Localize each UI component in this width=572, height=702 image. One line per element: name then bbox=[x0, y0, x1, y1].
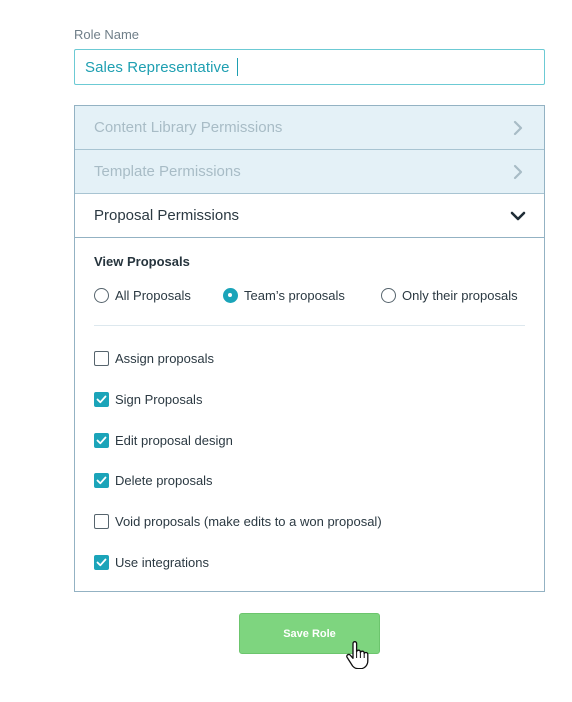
permissions-panel: Content Library Permissions Template Per… bbox=[74, 105, 545, 592]
role-name-label: Role Name bbox=[74, 27, 140, 42]
role-name-value: Sales Representative bbox=[85, 58, 230, 76]
checkmark-icon bbox=[96, 436, 107, 444]
checkmark-icon bbox=[96, 558, 107, 566]
checkbox-void-proposals[interactable]: Void proposals (make edits to a won prop… bbox=[94, 512, 382, 530]
section-divider bbox=[94, 325, 525, 326]
checkbox[interactable] bbox=[94, 513, 109, 529]
checkbox-label: Use integrations bbox=[115, 554, 209, 570]
chevron-right-icon bbox=[513, 164, 523, 179]
radio-all-proposals[interactable]: All Proposals bbox=[94, 286, 191, 304]
accordion-content-library-permissions[interactable]: Content Library Permissions bbox=[75, 106, 544, 150]
checkbox-sign-proposals[interactable]: Sign Proposals bbox=[94, 390, 202, 408]
checkbox-use-integrations[interactable]: Use integrations bbox=[94, 553, 209, 571]
accordion-label: Content Library Permissions bbox=[94, 119, 283, 136]
radio-only-their-proposals[interactable]: Only their proposals bbox=[381, 286, 518, 304]
radio-button[interactable] bbox=[381, 287, 396, 303]
radio-button-selected[interactable] bbox=[223, 287, 238, 303]
accordion-label: Template Permissions bbox=[94, 163, 241, 180]
chevron-right-icon bbox=[513, 120, 523, 135]
checkbox-assign-proposals[interactable]: Assign proposals bbox=[94, 349, 214, 367]
radio-label: All Proposals bbox=[115, 287, 191, 303]
checkbox-label: Delete proposals bbox=[115, 472, 213, 488]
checkbox-label: Void proposals (make edits to a won prop… bbox=[115, 513, 382, 529]
checkmark-icon bbox=[96, 476, 107, 484]
accordion-label: Proposal Permissions bbox=[94, 207, 240, 224]
radio-button[interactable] bbox=[94, 287, 109, 303]
checkbox[interactable] bbox=[94, 350, 109, 366]
checkbox-checked[interactable] bbox=[94, 554, 109, 570]
radio-label: Team’s proposals bbox=[244, 287, 345, 303]
accordion-proposal-permissions[interactable]: Proposal Permissions bbox=[75, 194, 544, 238]
role-name-input[interactable]: Sales Representative bbox=[74, 49, 545, 85]
checkbox-checked[interactable] bbox=[94, 432, 109, 448]
radio-label: Only their proposals bbox=[402, 287, 518, 303]
checkbox-label: Sign Proposals bbox=[115, 391, 203, 407]
checkbox-edit-proposal-design[interactable]: Edit proposal design bbox=[94, 431, 233, 449]
checkbox-delete-proposals[interactable]: Delete proposals bbox=[94, 471, 213, 489]
radio-teams-proposals[interactable]: Team’s proposals bbox=[223, 286, 345, 304]
checkbox-checked[interactable] bbox=[94, 391, 109, 407]
view-proposals-title: View Proposals bbox=[94, 254, 190, 269]
chevron-down-icon bbox=[510, 211, 526, 220]
checkmark-icon bbox=[96, 395, 107, 403]
checkbox-checked[interactable] bbox=[94, 472, 109, 488]
accordion-template-permissions[interactable]: Template Permissions bbox=[75, 150, 544, 194]
text-caret bbox=[236, 58, 238, 76]
hand-pointer-cursor-icon bbox=[346, 641, 369, 669]
checkbox-label: Edit proposal design bbox=[115, 432, 233, 448]
checkbox-label: Assign proposals bbox=[115, 350, 214, 366]
